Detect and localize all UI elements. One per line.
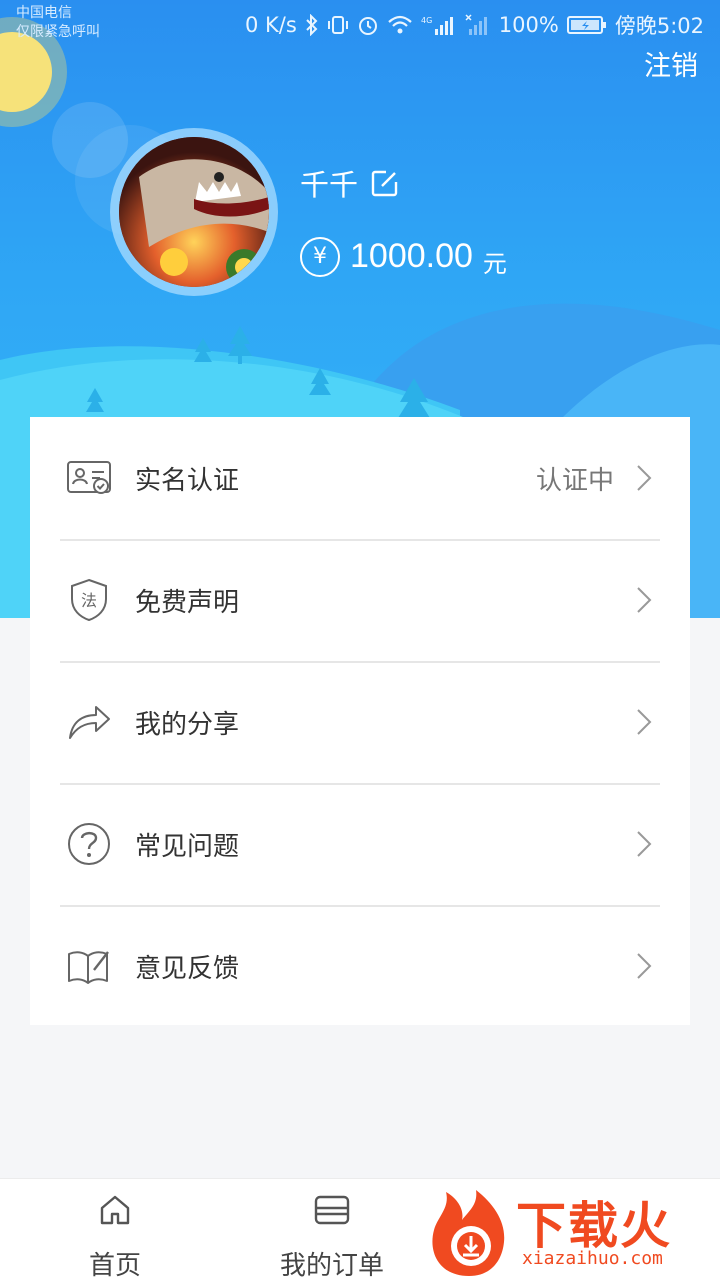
balance-unit: 元 <box>482 250 507 278</box>
menu-item-disclaimer[interactable]: 法 免费声明 <box>30 539 690 661</box>
menu-item-label: 意见反馈 <box>135 953 240 984</box>
menu-item-label: 我的分享 <box>135 709 240 740</box>
chevron-right-icon <box>637 953 652 979</box>
net-speed: 0 K/s <box>244 13 297 37</box>
battery-percent: 100% <box>498 13 559 37</box>
svg-text:4G: 4G <box>421 16 432 25</box>
balance-row: ¥ 1000.00 元 <box>300 234 507 279</box>
chevron-right-icon <box>637 709 652 735</box>
signal-no-sim-icon <box>465 14 487 35</box>
menu-item-real-name-auth[interactable]: 实名认证 认证中 <box>30 417 690 539</box>
carrier-info: 中国电信 仅限紧急呼叫 <box>16 4 100 42</box>
username: 千千 <box>300 168 359 202</box>
balance-amount: 1000.00 <box>350 237 473 275</box>
feedback-book-icon <box>66 943 112 989</box>
chevron-right-icon <box>637 831 652 857</box>
status-bar: 中国电信 仅限紧急呼叫 0 K/s 4G 100% 傍晚5:02 <box>0 0 720 50</box>
menu-item-label: 实名认证 <box>135 465 240 496</box>
avatar-image <box>119 137 269 287</box>
wifi-icon <box>388 15 412 34</box>
menu-item-my-share[interactable]: 我的分享 <box>30 661 690 783</box>
username-row[interactable]: 千千 <box>300 162 400 204</box>
yen-icon: ¥ <box>300 236 340 277</box>
law-shield-icon: 法 <box>66 577 112 623</box>
alarm-icon <box>358 17 377 35</box>
emergency-only-text: 仅限紧急呼叫 <box>16 24 100 40</box>
bluetooth-icon <box>306 14 318 36</box>
menu-item-feedback[interactable]: 意见反馈 <box>30 905 690 1027</box>
menu-item-faq[interactable]: 常见问题 <box>30 783 690 905</box>
question-icon <box>66 821 112 867</box>
currency-symbol: ¥ <box>313 244 327 269</box>
status-icons: 0 K/s 4G 100% 傍晚5:02 <box>245 10 704 40</box>
carrier-name: 中国电信 <box>16 5 72 21</box>
tab-my-orders-label: 我的订单 <box>279 1251 384 1280</box>
watermark-subtitle: xiazaihuo.com <box>522 1248 663 1269</box>
logout-button[interactable]: 注销 <box>644 44 698 83</box>
edit-icon[interactable] <box>370 168 400 198</box>
menu-item-label: 常见问题 <box>135 831 240 862</box>
menu-card: 实名认证 认证中 法 免费声明 我的分享 常见问题 意见反馈 <box>30 417 690 1025</box>
order-icon <box>314 1195 350 1225</box>
id-card-icon <box>66 455 112 501</box>
auth-status: 认证中 <box>535 465 614 496</box>
tab-home-label: 首页 <box>88 1251 141 1280</box>
share-arrow-icon <box>66 699 112 745</box>
avatar-frame[interactable] <box>110 128 278 296</box>
menu-item-label: 免费声明 <box>135 587 240 618</box>
flame-logo-icon <box>432 1190 505 1276</box>
tab-home[interactable]: 首页 <box>0 1179 230 1280</box>
chevron-right-icon <box>637 587 652 613</box>
battery-charging-icon <box>566 16 606 34</box>
vibrate-icon <box>327 16 348 34</box>
clock-time: 傍晚5:02 <box>614 14 704 38</box>
watermark-logo: 下载火 xiazaihuo.com <box>424 1186 720 1280</box>
avatar <box>119 137 269 287</box>
chevron-right-icon <box>637 465 652 491</box>
signal-4g-icon: 4G <box>421 16 453 35</box>
tab-my-orders[interactable]: 我的订单 <box>217 1179 447 1280</box>
home-icon <box>100 1195 130 1225</box>
law-char: 法 <box>81 591 97 610</box>
